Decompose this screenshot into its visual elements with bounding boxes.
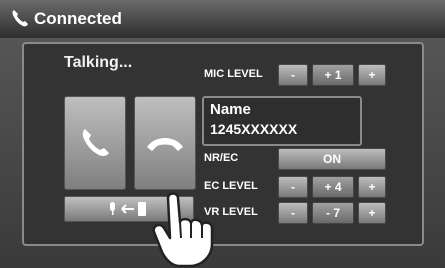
contact-number: 1245XXXXXX — [210, 121, 298, 137]
mic-level-minus-button[interactable]: - — [278, 64, 308, 86]
phone-icon — [12, 10, 28, 27]
answer-button[interactable] — [64, 96, 126, 190]
contact-info: Name 1245XXXXXX — [202, 96, 362, 146]
phone-hangup-icon — [147, 138, 183, 151]
ec-level-minus-button[interactable]: - — [278, 176, 308, 198]
pointing-hand-icon — [152, 192, 214, 268]
hangup-button[interactable] — [134, 96, 196, 190]
mic-level-value: + 1 — [312, 64, 354, 86]
title-bar: Connected — [0, 0, 445, 38]
voice-transfer-icon — [110, 202, 146, 216]
mic-level-plus-button[interactable]: + — [358, 64, 386, 86]
call-status: Talking... — [64, 54, 133, 71]
phone-answer-icon — [82, 129, 109, 157]
vr-level-minus-button[interactable]: - — [278, 202, 308, 224]
contact-name: Name — [210, 101, 251, 118]
nr-ec-toggle[interactable]: ON — [278, 148, 386, 170]
nr-ec-label: NR/EC — [204, 152, 239, 164]
ec-level-value: + 4 — [312, 176, 354, 198]
ec-level-plus-button[interactable]: + — [358, 176, 386, 198]
connection-status: Connected — [34, 9, 122, 28]
vr-level-plus-button[interactable]: + — [358, 202, 386, 224]
mic-level-label: MIC LEVEL — [204, 68, 263, 80]
vr-level-value: - 7 — [312, 202, 354, 224]
phone-screen: Connected Talking... Name 1245XXXXXX MIC… — [0, 0, 445, 268]
